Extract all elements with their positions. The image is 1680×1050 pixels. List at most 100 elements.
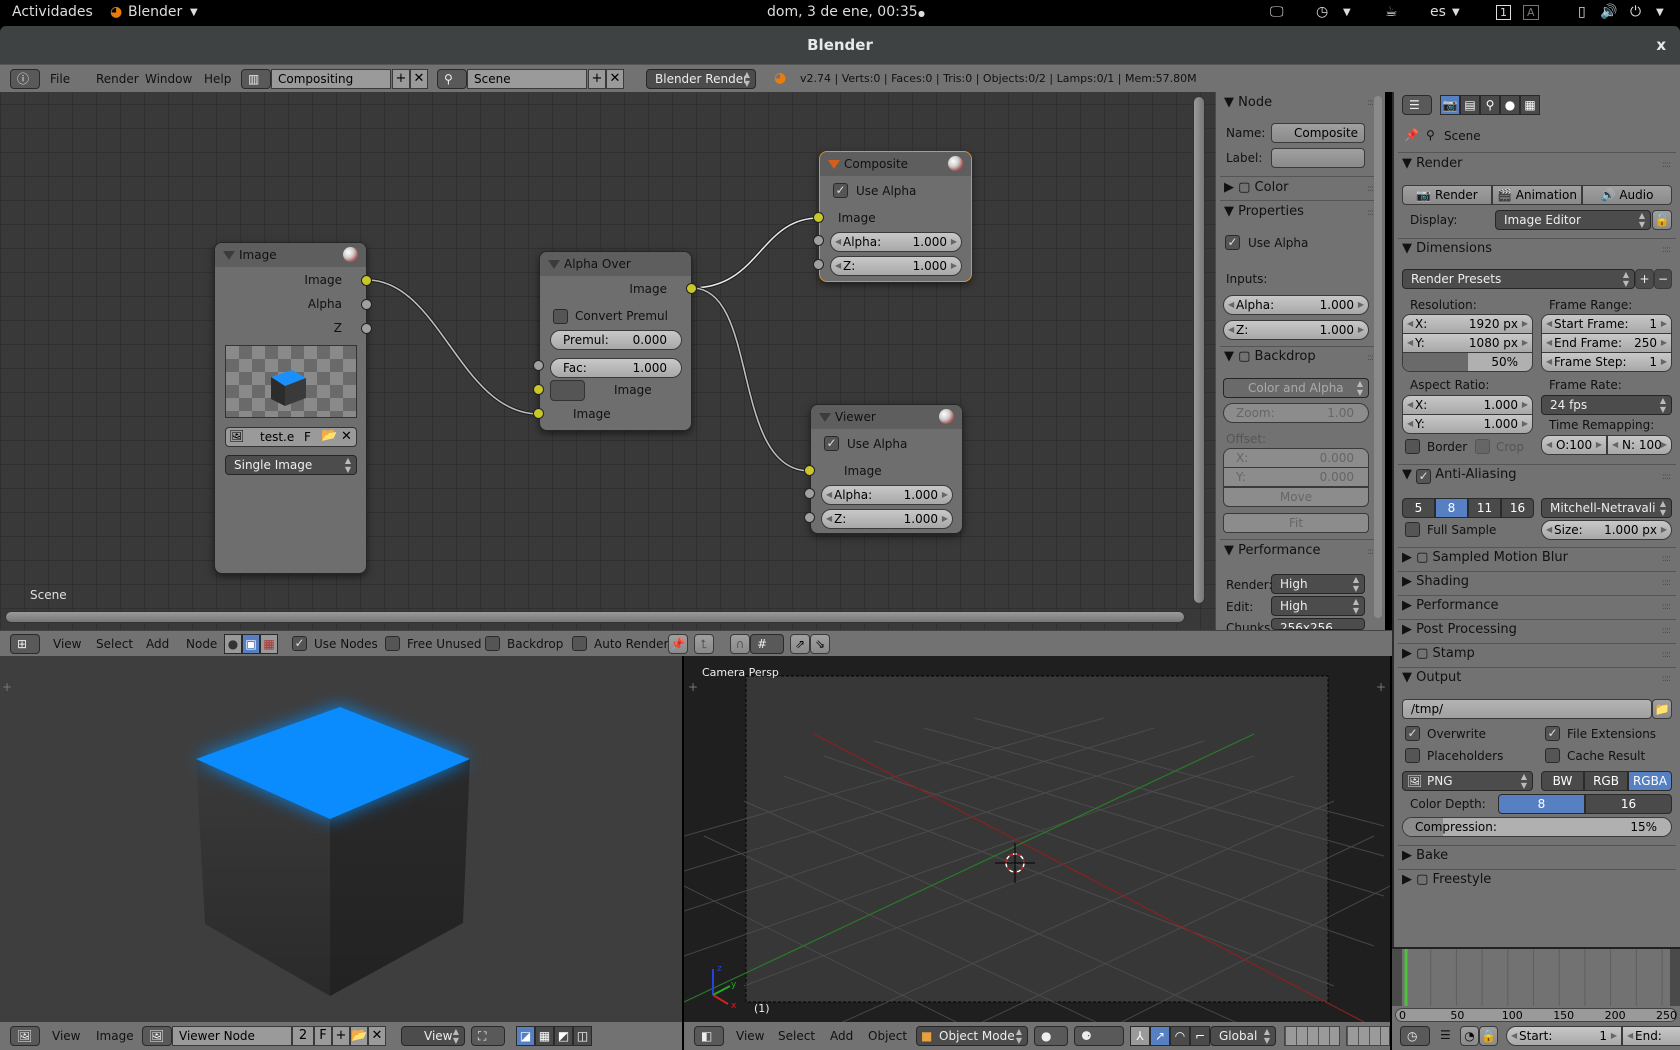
render-button[interactable]: 📷 Render [1402, 185, 1492, 205]
screen-layout-icon[interactable]: ▥ [241, 69, 271, 89]
drag-handle-icon[interactable]: :::: [1662, 554, 1671, 564]
drag-handle-icon[interactable]: :::: [1662, 578, 1671, 588]
socket-z-in[interactable] [813, 259, 824, 270]
start-frame-field[interactable]: ◀ Start Frame: 1 ▶ [1541, 314, 1672, 334]
placeholders-checkbox[interactable] [1405, 748, 1420, 763]
node-name-field[interactable]: Composite [1271, 123, 1365, 143]
color-mode-rgb[interactable]: RGB [1584, 771, 1628, 791]
copy-nodes-icon[interactable]: ⇗ [790, 634, 810, 654]
aa-samples-5[interactable]: 5 [1402, 498, 1435, 518]
add-preset-button[interactable]: + [1635, 269, 1654, 289]
post-processing-section-header[interactable]: ▶ Post Processing [1402, 622, 1517, 637]
menu-view[interactable]: View [52, 1029, 80, 1043]
draw-color-alpha-icon[interactable]: ◪ [516, 1026, 535, 1046]
socket-image-in-2[interactable] [533, 408, 544, 419]
layers-grid[interactable] [1284, 1026, 1340, 1046]
color-section-header[interactable]: ▶ ▢ Color [1224, 180, 1289, 195]
3d-viewport[interactable]: z y x Camera Persp (1) + + [684, 656, 1390, 1022]
menu-node[interactable]: Node [186, 637, 217, 651]
layers-grid-2[interactable] [1346, 1026, 1390, 1046]
resolution-percent-slider[interactable]: 50% [1402, 352, 1533, 372]
backdrop-section-header[interactable]: ▼ ▢ Backdrop [1224, 349, 1316, 364]
offset-y-slider[interactable]: Y: 0.000 [1223, 467, 1369, 487]
fit-button[interactable]: Fit [1223, 513, 1369, 533]
properties-section-header[interactable]: ▼ Properties [1224, 204, 1304, 219]
audio-button[interactable]: 🔊 Audio [1582, 185, 1672, 205]
move-button[interactable]: Move [1223, 487, 1369, 507]
preview-range-icon[interactable]: ◔ [1460, 1026, 1479, 1046]
anti-aliasing-section-header[interactable]: ▼ ✓ Anti-Aliasing [1402, 467, 1517, 484]
interaction-mode-select[interactable]: ■ Object Mode ▲ ▼ [916, 1026, 1028, 1046]
pin-icon[interactable]: 📌 [1404, 128, 1419, 142]
close-window-button[interactable]: x [1656, 26, 1666, 64]
menu-hamburger-icon[interactable]: ☰ [1440, 1028, 1451, 1042]
menu-add[interactable]: Add [146, 637, 169, 651]
preview-sphere-icon[interactable] [939, 409, 954, 424]
crop-checkbox[interactable] [1475, 439, 1490, 454]
image-datablock[interactable]: 🖼 test.e F 📂 ✕ [225, 427, 357, 447]
output-path-field[interactable]: /tmp/ [1402, 699, 1652, 719]
performance-section-header[interactable]: ▼ Performance [1224, 543, 1321, 558]
auto-render-checkbox[interactable] [572, 636, 587, 651]
menu-view[interactable]: View [736, 1029, 764, 1043]
drag-handle-icon[interactable]: :::: [1662, 602, 1671, 612]
render-quality-select[interactable]: High ▲ ▼ [1271, 574, 1365, 594]
scene-field[interactable]: Scene [467, 69, 587, 89]
render-section-header[interactable]: ▼ Render [1402, 156, 1462, 171]
timeline[interactable]: 0 50 100 150 200 250 [1392, 947, 1680, 1022]
edit-quality-select[interactable]: High ▲ ▼ [1271, 596, 1365, 616]
add-screen-button[interactable]: + [392, 69, 410, 89]
file-format-select[interactable]: 🖼 PNG ▲ ▼ [1402, 771, 1533, 791]
compositing-tree-icon[interactable]: ▣ [242, 634, 260, 654]
display-select[interactable]: Image Editor ▲ ▼ [1495, 210, 1651, 230]
backdrop-checkbox[interactable] [485, 636, 500, 651]
bake-section-header[interactable]: ▶ Bake [1402, 848, 1448, 863]
freestyle-section-header[interactable]: ▶ ▢ Freestyle [1402, 872, 1491, 887]
drag-handle-icon[interactable]: :::: [1662, 245, 1671, 255]
image-name-field[interactable]: Viewer Node [172, 1026, 292, 1046]
caffeine-icon[interactable]: ☕ [1385, 4, 1398, 20]
output-section-header[interactable]: ▼ Output [1402, 670, 1461, 685]
power-icon[interactable]: ⏻ [1630, 4, 1641, 20]
drag-handle-icon[interactable]: :::: [1662, 472, 1671, 482]
node-header[interactable]: Composite [820, 152, 971, 176]
menu-select[interactable]: Select [778, 1029, 815, 1043]
pivot-point-icon[interactable]: ⚈ [1074, 1026, 1124, 1046]
render-engine-select[interactable]: Blender Render ▲ ▼ [646, 69, 756, 89]
file-extensions-checkbox[interactable]: ✓ [1545, 726, 1560, 741]
lock-icon[interactable]: 🔒 [1479, 1026, 1498, 1046]
tab-world-icon[interactable]: ● [1500, 95, 1520, 115]
socket-z-out[interactable] [361, 323, 372, 334]
drag-handle-icon[interactable]: :::: [1662, 626, 1671, 636]
stamp-section-header[interactable]: ▶ ▢ Stamp [1402, 646, 1475, 661]
open-image-icon[interactable]: 📂 [321, 428, 337, 443]
compression-slider[interactable]: Compression: 15% [1402, 817, 1672, 837]
delete-screen-button[interactable]: ✕ [410, 69, 428, 89]
rotate-manipulator-icon[interactable]: ◠ [1170, 1026, 1190, 1046]
socket-image-in[interactable] [813, 212, 824, 223]
time-remap-new-field[interactable]: ◀ N: 100 ▶ [1607, 435, 1672, 455]
clock-indicator-icon[interactable]: ◷ [1316, 4, 1328, 20]
use-nodes-checkbox[interactable]: ✓ [292, 636, 307, 651]
draw-zbuffer-icon[interactable]: ◩ [554, 1026, 573, 1046]
alpha-over-node[interactable]: Alpha Over Image Convert Premul Premul: 0… [539, 251, 692, 431]
unlink-image-icon[interactable]: ✕ [368, 1026, 386, 1046]
browse-folder-icon[interactable]: 📁 [1652, 699, 1672, 719]
texture-tree-icon[interactable]: ▦ [260, 634, 278, 654]
zoom-slider[interactable]: Zoom: 1.00 [1223, 403, 1369, 423]
image-name-field[interactable]: test.e [260, 430, 294, 444]
screen-layout-field[interactable]: Compositing [271, 69, 391, 89]
use-alpha-checkbox[interactable]: ✓ [824, 436, 839, 451]
use-alpha-checkbox[interactable]: ✓ [1225, 235, 1240, 250]
render-presets-select[interactable]: Render Presets ▲ ▼ [1402, 269, 1635, 289]
editor-type-image-icon[interactable]: 🖼 [10, 1026, 40, 1046]
open-image-icon[interactable]: 📂 [350, 1026, 368, 1046]
transform-orientation-select[interactable]: Global ▲ ▼ [1210, 1026, 1276, 1046]
node-header[interactable]: Image [215, 243, 366, 267]
aa-samples-16[interactable]: 16 [1501, 498, 1534, 518]
full-sample-checkbox[interactable] [1405, 522, 1420, 537]
color-mode-rgba[interactable]: RGBA [1628, 771, 1672, 791]
draw-channels-icon[interactable]: ◫ [573, 1026, 592, 1046]
pivot-icon[interactable]: ⛶ [471, 1026, 505, 1046]
tab-render-layers-icon[interactable]: ▤ [1460, 95, 1480, 115]
